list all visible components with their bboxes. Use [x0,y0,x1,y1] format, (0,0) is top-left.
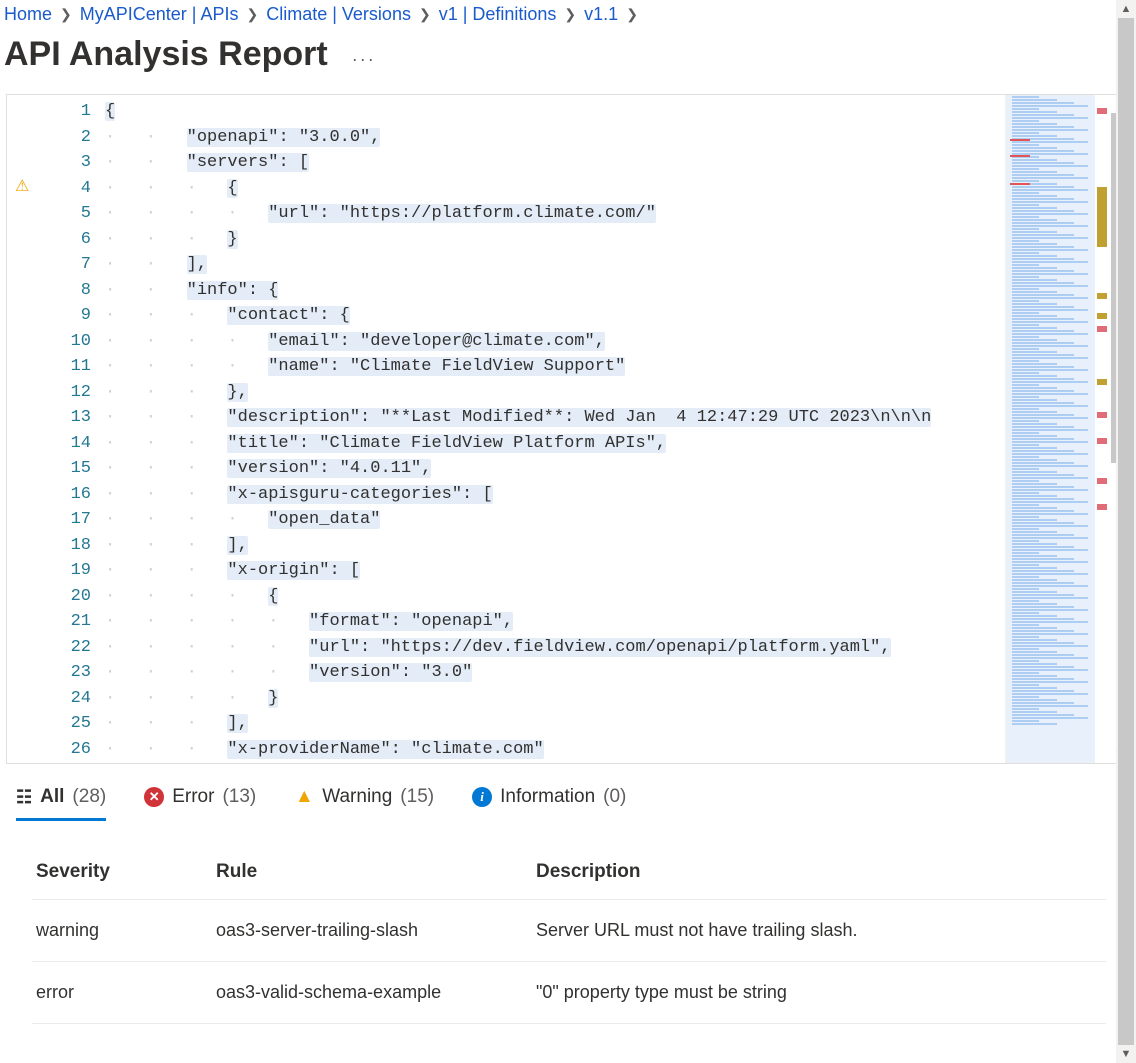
breadcrumb-link[interactable]: Climate | Versions [266,4,411,25]
tab-label: All [40,786,64,808]
tab-label: Information [500,786,595,808]
cell-severity: warning [32,900,212,962]
warning-icon[interactable]: ⚠ [15,176,29,196]
tab-count: (13) [222,786,256,808]
cell-description: Server URL must not have trailing slash. [532,900,1106,962]
tab-count: (28) [72,786,106,808]
chevron-right-icon: ❯ [626,6,638,23]
scroll-down-icon[interactable]: ▼ [1116,1045,1136,1063]
tab-warning[interactable]: ▲ Warning (15) [294,786,434,821]
editor-glyph-margin: ⚠ [7,95,39,763]
column-header-description[interactable]: Description [532,851,1106,900]
column-header-severity[interactable]: Severity [32,851,212,900]
column-header-rule[interactable]: Rule [212,851,532,900]
issue-filter-tabs: ☷ All (28) ✕ Error (13) ▲ Warning (15) i… [16,786,1130,821]
editor-content[interactable]: {· · "openapi": "3.0.0",· · "servers": [… [105,95,1005,763]
chevron-right-icon: ❯ [60,6,72,23]
error-icon: ✕ [144,787,164,807]
warning-icon: ▲ [294,787,314,807]
tab-count: (15) [400,786,434,808]
breadcrumb-link[interactable]: v1.1 [584,4,618,25]
tab-information[interactable]: i Information (0) [472,786,626,821]
table-row[interactable]: erroroas3-valid-schema-example"0" proper… [32,962,1106,1024]
table-row[interactable]: warningoas3-server-trailing-slashServer … [32,900,1106,962]
editor-line-numbers: 1234567891011121314151617181920212223242… [39,95,105,763]
editor-minimap[interactable] [1005,95,1095,763]
issues-table: Severity Rule Description warningoas3-se… [32,851,1106,1024]
breadcrumb-link[interactable]: MyAPICenter | APIs [80,4,239,25]
cell-severity: error [32,962,212,1024]
chevron-right-icon: ❯ [246,6,258,23]
list-icon: ☷ [16,787,32,807]
tab-count: (0) [603,786,626,808]
tab-all[interactable]: ☷ All (28) [16,786,106,821]
editor-overview-ruler[interactable] [1095,95,1109,763]
breadcrumb: Home ❯ MyAPICenter | APIs ❯ Climate | Ve… [0,0,1136,31]
chevron-right-icon: ❯ [564,6,576,23]
chevron-right-icon: ❯ [419,6,431,23]
breadcrumb-link[interactable]: v1 | Definitions [439,4,557,25]
code-editor[interactable]: ⚠ 12345678910111213141516171819202122232… [6,94,1130,764]
scrollbar-thumb[interactable] [1118,18,1134,1045]
tab-label: Warning [322,786,392,808]
info-icon: i [472,787,492,807]
cell-rule: oas3-server-trailing-slash [212,900,532,962]
tab-label: Error [172,786,214,808]
more-actions-button[interactable]: ··· [352,39,376,70]
cell-rule: oas3-valid-schema-example [212,962,532,1024]
scroll-up-icon[interactable]: ▲ [1116,0,1136,18]
tab-error[interactable]: ✕ Error (13) [144,786,256,821]
cell-description: "0" property type must be string [532,962,1106,1024]
breadcrumb-link[interactable]: Home [4,4,52,25]
page-scrollbar[interactable]: ▲ ▼ [1116,0,1136,1063]
page-title: API Analysis Report [4,35,328,74]
